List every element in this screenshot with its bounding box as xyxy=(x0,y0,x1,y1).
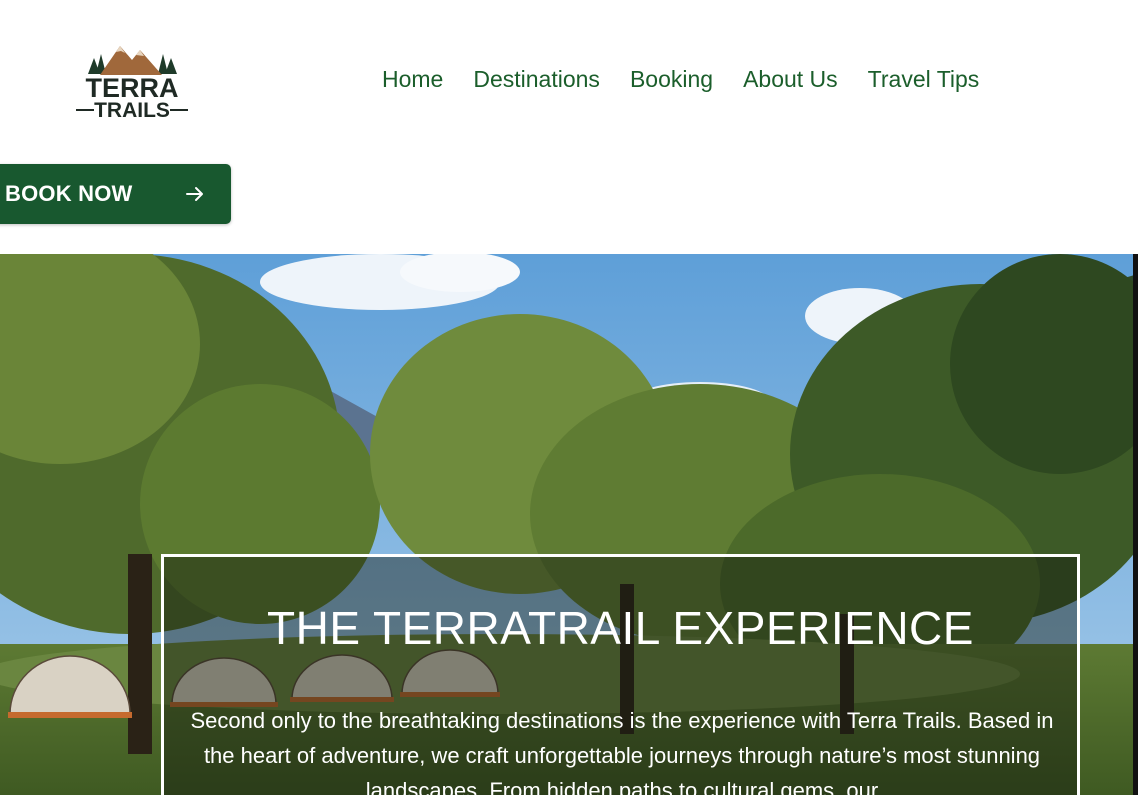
arrow-right-icon xyxy=(185,184,205,204)
main-nav: Home Destinations Booking About Us Trave… xyxy=(382,64,979,94)
nav-booking[interactable]: Booking xyxy=(630,64,713,94)
hero-section: THE TERRATRAIL EXPERIENCE Second only to… xyxy=(0,254,1138,795)
experience-text: Second only to the breathtaking destinat… xyxy=(190,708,1054,795)
nav-destinations[interactable]: Destinations xyxy=(473,64,600,94)
nav-about-us[interactable]: About Us xyxy=(743,64,838,94)
terra-trails-logo[interactable]: TERRA TRAILS xyxy=(70,42,194,120)
experience-panel: THE TERRATRAIL EXPERIENCE Second only to… xyxy=(161,554,1080,795)
nav-home[interactable]: Home xyxy=(382,64,443,94)
nav-travel-tips[interactable]: Travel Tips xyxy=(868,64,980,94)
site-header: TERRA TRAILS Home Destinations Booking A… xyxy=(0,0,1138,254)
book-now-button[interactable]: BOOK NOW xyxy=(0,164,231,224)
experience-title: THE TERRATRAIL EXPERIENCE xyxy=(267,602,974,654)
logo-text-trails: TRAILS xyxy=(94,99,170,120)
hero-right-edge xyxy=(1133,254,1138,795)
book-now-label: BOOK NOW xyxy=(5,181,133,206)
